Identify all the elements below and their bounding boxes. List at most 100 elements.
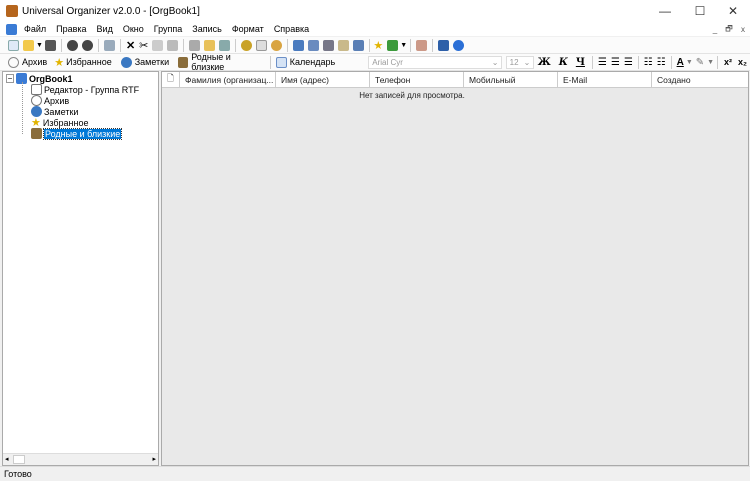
tree-root-label: OrgBook1 bbox=[29, 73, 73, 84]
menu-view[interactable]: Вид bbox=[92, 24, 118, 34]
menu-file[interactable]: Файл bbox=[19, 24, 51, 34]
close-button[interactable]: ✕ bbox=[716, 0, 750, 22]
mdi-close-button[interactable]: x bbox=[737, 24, 749, 35]
tree-item-archive[interactable]: Архив bbox=[31, 95, 69, 106]
delete-group-icon[interactable] bbox=[271, 39, 283, 51]
sort-icon[interactable] bbox=[387, 39, 399, 51]
font-color-dropdown-icon[interactable]: ▼ bbox=[686, 59, 693, 66]
font-size-select[interactable]: 12 ⌄ bbox=[505, 55, 534, 69]
app-icon bbox=[6, 5, 18, 17]
open-icon[interactable] bbox=[23, 39, 34, 51]
menu-help[interactable]: Справка bbox=[269, 24, 314, 34]
secondary-toolbar: Архив ★ Избранное Заметки Родные и близки… bbox=[0, 52, 750, 72]
open-dropdown-icon[interactable]: ▼ bbox=[36, 42, 43, 49]
star-icon: ★ bbox=[54, 56, 65, 69]
record-note-icon[interactable] bbox=[338, 39, 350, 51]
favorites-button[interactable]: ★ Избранное bbox=[54, 56, 112, 69]
sort-dropdown-icon[interactable]: ▼ bbox=[400, 42, 407, 49]
archive-button[interactable]: Архив bbox=[6, 56, 47, 68]
tree-item-favorites[interactable]: ★ Избранное bbox=[31, 117, 89, 129]
relatives-button[interactable]: Родные и близкие bbox=[176, 52, 260, 72]
book-icon[interactable] bbox=[438, 39, 450, 51]
delete-icon[interactable]: ✕ bbox=[126, 39, 135, 52]
menu-edit[interactable]: Правка bbox=[51, 24, 91, 34]
grid-header: 🗋 Фамилия (организац... Имя (адрес) Теле… bbox=[162, 72, 748, 88]
subscript-button[interactable]: x₂ bbox=[738, 57, 747, 67]
column-phone[interactable]: Телефон bbox=[370, 72, 464, 87]
scroll-thumb[interactable] bbox=[13, 455, 25, 464]
align-right-icon[interactable]: ☰ bbox=[624, 57, 633, 68]
notes-label: Заметки bbox=[134, 57, 170, 67]
collapse-icon[interactable]: − bbox=[6, 74, 14, 83]
align-left-icon[interactable]: ☰ bbox=[598, 57, 607, 68]
superscript-button[interactable]: x² bbox=[724, 57, 732, 67]
column-email[interactable]: E-Mail bbox=[558, 72, 652, 87]
print-icon[interactable] bbox=[189, 39, 201, 51]
numbered-list-icon[interactable]: ☷ bbox=[644, 57, 653, 68]
column-mobile[interactable]: Мобильный bbox=[464, 72, 558, 87]
highlight-icon[interactable]: ✎ bbox=[696, 57, 704, 68]
new-icon[interactable] bbox=[8, 39, 19, 51]
underline-button[interactable]: Ч bbox=[576, 57, 585, 68]
import-icon[interactable] bbox=[219, 39, 231, 51]
help-icon[interactable] bbox=[453, 39, 465, 51]
font-select[interactable]: Arial Cyr ⌄ bbox=[368, 55, 502, 69]
horizontal-scrollbar[interactable]: ◂ ▸ bbox=[3, 453, 158, 465]
calendar-button[interactable]: Календарь bbox=[274, 56, 335, 68]
clock-icon bbox=[31, 95, 42, 106]
tree-root[interactable]: − OrgBook1 bbox=[6, 73, 73, 84]
tree-item-label: Архив bbox=[44, 95, 70, 106]
save-icon[interactable] bbox=[44, 39, 56, 51]
minimize-button[interactable]: — bbox=[648, 0, 682, 22]
redo-icon[interactable] bbox=[81, 39, 93, 51]
highlight-dropdown-icon[interactable]: ▼ bbox=[707, 59, 714, 66]
export-icon[interactable] bbox=[204, 39, 216, 51]
title-bar: Universal Organizer v2.0.0 - [OrgBook1] … bbox=[0, 0, 750, 22]
chevron-down-icon: ⌄ bbox=[523, 57, 533, 67]
calendar-icon bbox=[275, 56, 287, 68]
find-icon[interactable] bbox=[103, 39, 115, 51]
align-center-icon[interactable]: ☰ bbox=[611, 57, 620, 68]
scroll-right-icon[interactable]: ▸ bbox=[152, 455, 156, 463]
column-name[interactable]: Имя (адрес) bbox=[276, 72, 370, 87]
cut-icon[interactable]: ✂ bbox=[139, 39, 148, 52]
group-properties-icon[interactable] bbox=[256, 39, 268, 51]
copy-icon[interactable] bbox=[152, 39, 164, 51]
record-new-icon[interactable] bbox=[293, 39, 305, 51]
column-surname[interactable]: Фамилия (организац... bbox=[180, 72, 276, 87]
status-text: Готово bbox=[4, 469, 32, 479]
record-copy-icon[interactable] bbox=[323, 39, 335, 51]
maximize-button[interactable]: ☐ bbox=[683, 0, 717, 22]
favorite-star-icon[interactable]: ★ bbox=[373, 39, 383, 52]
italic-button[interactable]: К bbox=[559, 57, 568, 68]
records-grid: 🗋 Фамилия (организац... Имя (адрес) Теле… bbox=[161, 71, 749, 466]
menu-format[interactable]: Формат bbox=[227, 24, 269, 34]
attachment-column-icon[interactable]: 🗋 bbox=[162, 72, 180, 87]
record-edit-icon[interactable] bbox=[308, 39, 320, 51]
mdi-restore-button[interactable]: 🗗 bbox=[723, 24, 735, 35]
column-created[interactable]: Создано bbox=[652, 72, 748, 87]
empty-message: Нет записей для просмотра. bbox=[359, 91, 465, 100]
keys-icon[interactable] bbox=[416, 39, 428, 51]
mdi-minimize-button[interactable]: _ bbox=[709, 24, 721, 35]
undo-icon[interactable] bbox=[66, 39, 78, 51]
bullet-list-icon[interactable]: ☷ bbox=[657, 57, 666, 68]
tree-item-relatives[interactable]: Родные и близкие bbox=[31, 127, 123, 140]
menu-record[interactable]: Запись bbox=[187, 24, 227, 34]
add-group-icon[interactable] bbox=[241, 39, 253, 51]
main-toolbar: ▼ ✕ ✂ ★ ▼ bbox=[0, 37, 750, 54]
record-move-icon[interactable] bbox=[353, 39, 365, 51]
tree-item-label: Редактор - Группа RTF bbox=[44, 84, 140, 95]
notes-button[interactable]: Заметки bbox=[119, 56, 170, 68]
bold-button[interactable]: Ж bbox=[538, 57, 551, 68]
font-color-icon[interactable]: A bbox=[677, 57, 684, 68]
paste-icon[interactable] bbox=[167, 39, 179, 51]
favorites-label: Избранное bbox=[66, 57, 112, 67]
clock-icon bbox=[8, 56, 19, 68]
scroll-left-icon[interactable]: ◂ bbox=[5, 455, 9, 463]
status-bar: Готово bbox=[0, 466, 750, 481]
menu-group[interactable]: Группа bbox=[149, 24, 188, 34]
tree-item-editor[interactable]: Редактор - Группа RTF bbox=[31, 84, 139, 95]
font-size-value: 12 bbox=[509, 57, 519, 67]
menu-window[interactable]: Окно bbox=[118, 24, 149, 34]
